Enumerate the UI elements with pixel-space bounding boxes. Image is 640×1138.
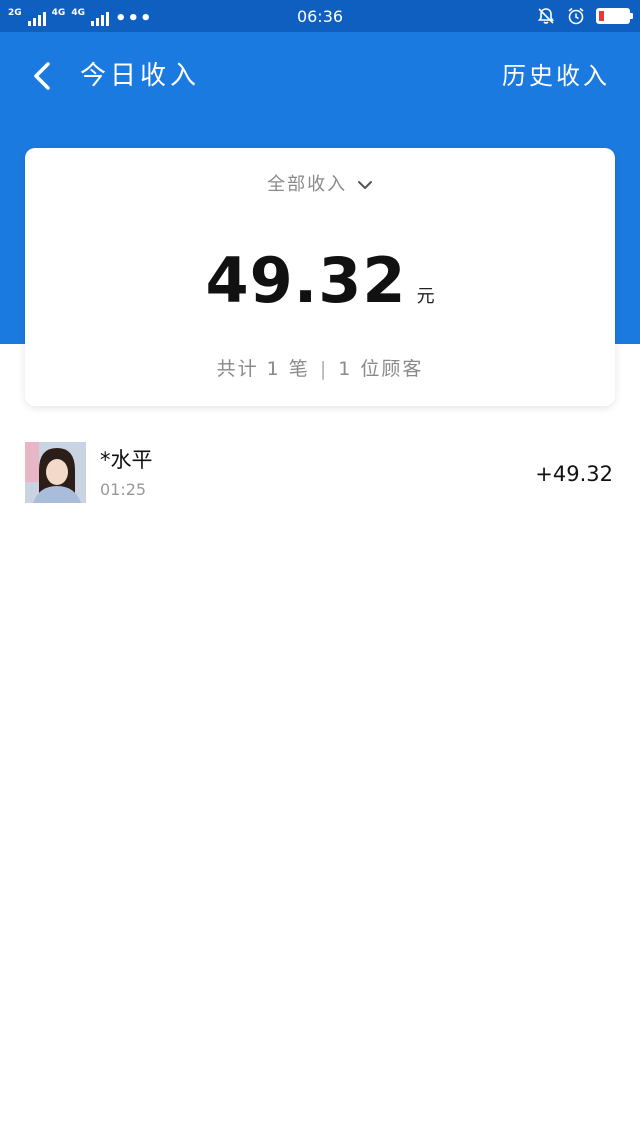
customer-name: *水平 <box>100 448 153 472</box>
summary-stats: 共计 1 笔 | 1 位顾客 <box>25 354 615 381</box>
total-amount: 49.32 <box>205 244 407 317</box>
avatar <box>25 442 86 503</box>
income-filter-dropdown[interactable]: 全部收入 <box>25 170 615 196</box>
transaction-amount: +49.32 <box>535 462 613 486</box>
nav-bar: 今日收入 历史收入 <box>0 32 640 120</box>
transaction-count: 共计 1 笔 <box>216 358 310 380</box>
income-summary-card: 全部收入 49.32 元 共计 1 笔 | 1 位顾客 <box>25 148 615 406</box>
status-icons <box>536 6 633 26</box>
transaction-time: 01:25 <box>100 480 147 499</box>
transaction-row[interactable]: *水平 01:25 +49.32 <box>0 430 640 520</box>
silent-bell-icon <box>537 8 555 24</box>
history-income-button[interactable]: 历史收入 <box>502 56 610 96</box>
chevron-down-icon <box>357 181 372 189</box>
back-button[interactable] <box>24 56 64 96</box>
summary-separator: | <box>319 358 329 380</box>
filter-label: 全部收入 <box>267 174 348 195</box>
currency-unit: 元 <box>416 286 435 307</box>
total-amount-row: 49.32 元 <box>25 244 615 317</box>
page-title: 今日收入 <box>80 61 201 91</box>
status-bar: 2G 4G 4G ••• 06:36 <box>0 0 640 32</box>
battery-icon <box>596 8 633 24</box>
customer-photo <box>25 442 86 503</box>
alarm-clock-icon <box>568 7 584 25</box>
chevron-left-icon <box>34 62 50 90</box>
customer-count: 1 位顾客 <box>338 358 424 380</box>
